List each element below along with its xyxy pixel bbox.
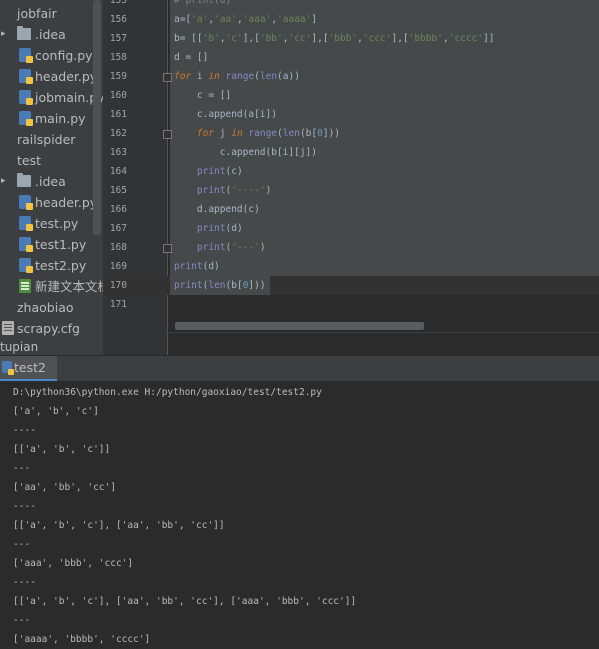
- console-output-line: ['aaa', 'bbb', 'ccc']: [13, 558, 134, 569]
- python-file-icon: [19, 237, 33, 252]
- tree-item-tupian[interactable]: tupian: [0, 339, 38, 355]
- console-output-line: ['a', 'b', 'c']: [13, 406, 99, 417]
- python-file-icon: [19, 111, 33, 126]
- python-file-icon: [19, 90, 33, 105]
- code-line[interactable]: c.append(a[i]): [174, 105, 277, 124]
- text-file-icon: [19, 279, 31, 293]
- tree-item-label: config.py: [35, 48, 93, 63]
- line-number: 158: [109, 52, 127, 63]
- console-output-line: ----: [13, 425, 36, 436]
- code-line[interactable]: c.append(b[i][j]): [174, 143, 317, 162]
- run-panel-header: test2: [0, 355, 599, 381]
- line-number: 167: [109, 223, 127, 234]
- code-line[interactable]: d = []: [174, 48, 208, 67]
- line-number: 165: [109, 185, 127, 196]
- console-output-line: ---: [13, 615, 31, 626]
- line-number: 159: [109, 71, 127, 82]
- console-output-line: ---: [13, 463, 31, 474]
- console-output-line: D:\python36\python.exe H:/python/gaoxiao…: [13, 387, 322, 398]
- tree-item-label: test.py: [35, 216, 79, 231]
- tree-item-label: 新建文本文档: [35, 279, 103, 294]
- tree-item-label: scrapy.cfg: [17, 321, 80, 336]
- python-file-icon: [19, 69, 33, 84]
- tree-item-label: test: [17, 153, 42, 168]
- tree-item-label: header.py: [35, 195, 98, 210]
- tree-item-label: .idea: [35, 174, 66, 189]
- code-line[interactable]: a=['a','aa','aaa','aaaa']: [174, 10, 317, 29]
- tree-scrollbar[interactable]: [93, 0, 101, 235]
- console-output-line: ----: [13, 577, 36, 588]
- fold-marker-icon[interactable]: [163, 73, 172, 82]
- fold-marker-icon[interactable]: [163, 130, 172, 139]
- line-number: 162: [109, 128, 127, 139]
- line-number: 169: [109, 261, 127, 272]
- line-number: 155: [109, 0, 127, 6]
- code-line[interactable]: print('---'): [174, 238, 266, 257]
- tree-item-label: railspider: [17, 132, 76, 147]
- line-number: 171: [109, 299, 127, 310]
- python-file-icon: [19, 258, 33, 273]
- tree-item-label: main.py: [35, 111, 86, 126]
- line-number: 160: [109, 90, 127, 101]
- code-line[interactable]: print('----'): [174, 181, 271, 200]
- line-number: 166: [109, 204, 127, 215]
- console-output-line: ['aaaa', 'bbbb', 'cccc']: [13, 634, 151, 645]
- python-file-icon: [19, 48, 33, 63]
- folder-icon: [17, 173, 31, 187]
- line-number: 163: [109, 147, 127, 158]
- tree-item-label: .idea: [35, 27, 66, 42]
- tree-item-label: zhaobiao: [17, 300, 74, 315]
- line-number: 161: [109, 109, 127, 120]
- console-output-line: ['aa', 'bb', 'cc']: [13, 482, 116, 493]
- python-run-icon: [2, 361, 14, 375]
- code-line[interactable]: b= [['b','c'],['bb','cc'],['bbb','ccc'],…: [174, 29, 495, 48]
- line-number: 164: [109, 166, 127, 177]
- tree-item-label: header.py: [35, 69, 98, 84]
- python-file-icon: [19, 195, 33, 210]
- expand-right-icon[interactable]: ▸: [1, 24, 6, 45]
- console-output-line: [['a', 'b', 'c'], ['aa', 'bb', 'cc'], ['…: [13, 596, 357, 607]
- console-output-line: ---: [13, 539, 31, 550]
- console-output-line: [['a', 'b', 'c'], ['aa', 'bb', 'cc']]: [13, 520, 225, 531]
- run-tab[interactable]: test2: [0, 356, 57, 381]
- editor-horizontal-scrollbar[interactable]: [175, 322, 424, 330]
- code-line[interactable]: for i in range(len(a)): [174, 67, 300, 86]
- indent-guide: [206, 144, 207, 163]
- run-tab-label: test2: [14, 360, 46, 375]
- tree-item-label: jobfair: [17, 6, 57, 21]
- run-console[interactable]: D:\python36\python.exe H:/python/gaoxiao…: [0, 381, 599, 645]
- code-line[interactable]: print(d): [174, 219, 243, 238]
- project-tree: ▾jobfair▸.ideaconfig.pyheader.pyjobmain.…: [0, 0, 103, 355]
- console-output-line: ----: [13, 501, 36, 512]
- code-line[interactable]: d.append(c): [174, 200, 260, 219]
- tree-item-label: test2.py: [35, 258, 87, 273]
- code-line[interactable]: # print(d): [174, 0, 231, 10]
- line-number: 156: [109, 14, 127, 25]
- code-line[interactable]: c = []: [174, 86, 231, 105]
- code-line[interactable]: for j in range(len(b[0])): [174, 124, 340, 143]
- config-file-icon: [2, 321, 14, 335]
- expand-right-icon[interactable]: ▸: [1, 171, 6, 192]
- line-number: 157: [109, 33, 127, 44]
- code-line[interactable]: print(len(b[0])): [174, 276, 266, 295]
- fold-marker-icon[interactable]: [163, 244, 172, 253]
- code-line[interactable]: print(c): [174, 162, 243, 181]
- editor-divider: [167, 332, 599, 333]
- folder-icon: [17, 26, 31, 40]
- line-number: 170: [109, 280, 127, 291]
- line-number: 168: [109, 242, 127, 253]
- console-output-line: [['a', 'b', 'c']]: [13, 444, 111, 455]
- code-line[interactable]: print(d): [174, 257, 220, 276]
- python-file-icon: [19, 216, 33, 231]
- tree-item-label: test1.py: [35, 237, 87, 252]
